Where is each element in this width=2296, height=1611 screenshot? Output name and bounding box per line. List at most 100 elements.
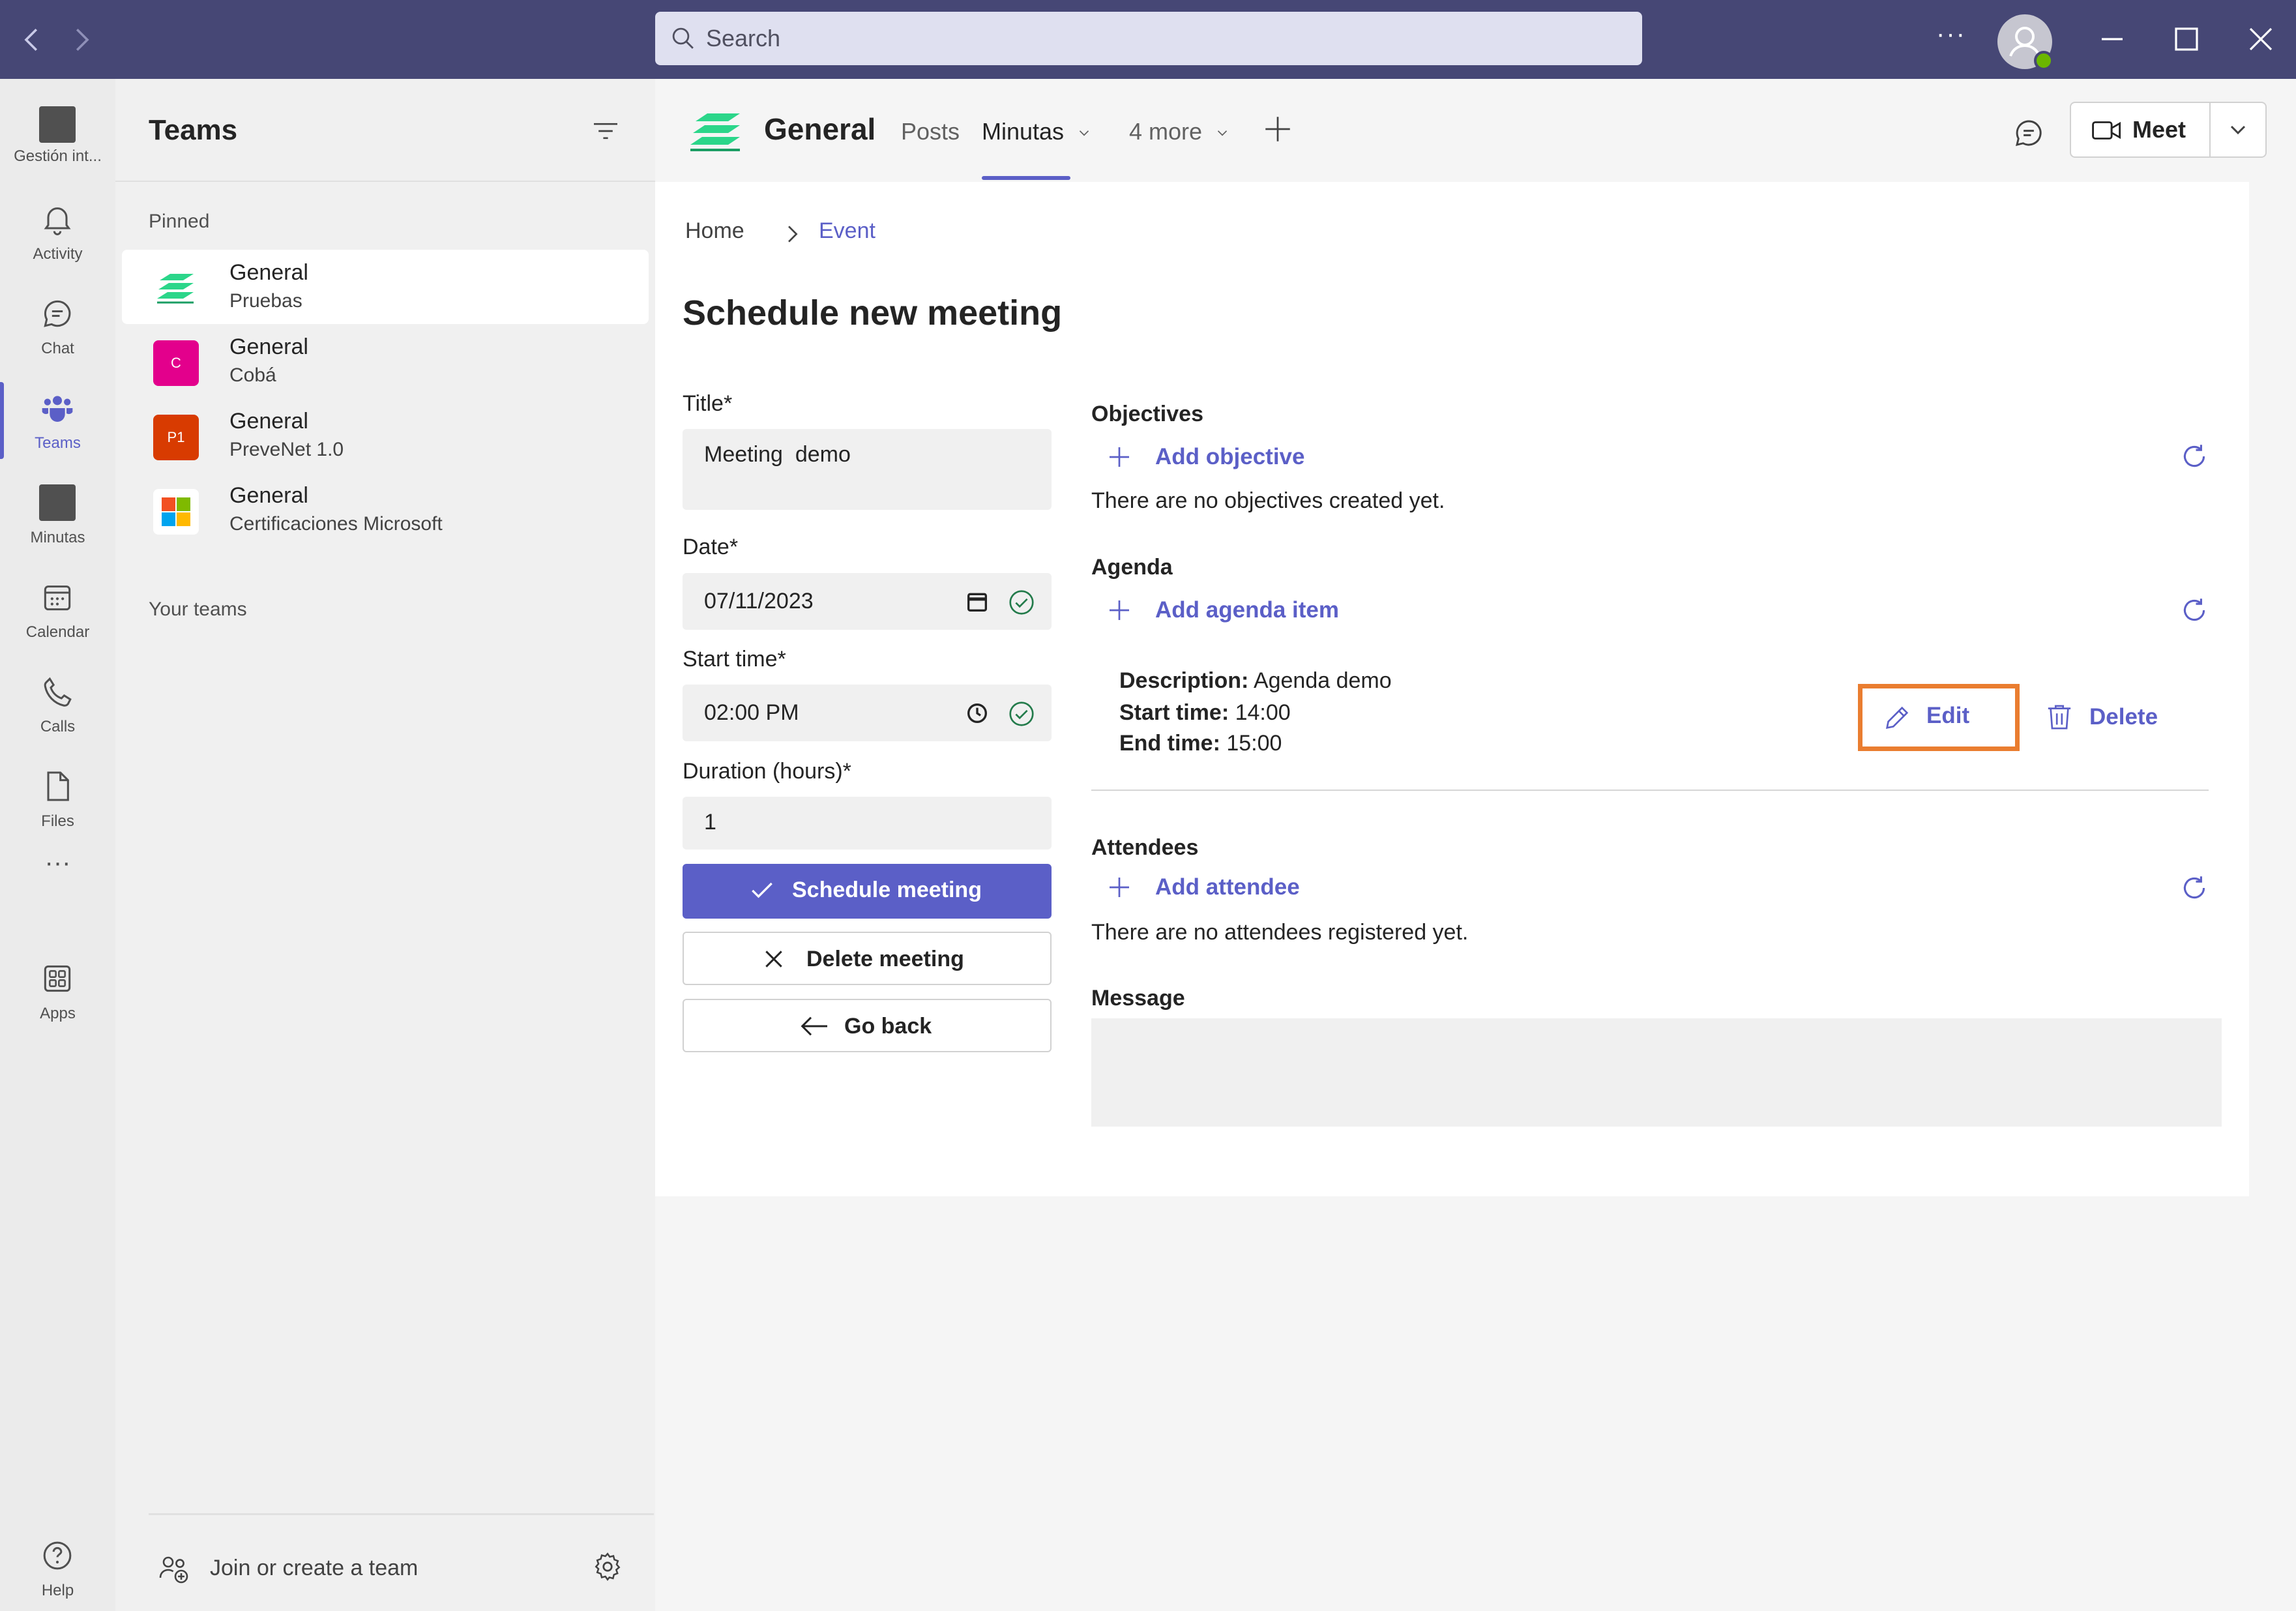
filter-icon[interactable] bbox=[591, 119, 620, 143]
meet-button[interactable]: Meet bbox=[2070, 102, 2267, 158]
bell-icon bbox=[44, 207, 71, 235]
channel-name: General bbox=[229, 483, 308, 508]
description-label: Description: bbox=[1119, 668, 1249, 693]
add-objective-button[interactable]: Add objective bbox=[1106, 437, 1354, 477]
tab-posts[interactable]: Posts bbox=[901, 118, 960, 145]
title-label: Title* bbox=[683, 391, 733, 416]
apps-icon bbox=[44, 965, 71, 992]
rail-item-help[interactable]: Help bbox=[0, 1523, 115, 1611]
date-label: Date* bbox=[683, 535, 739, 559]
add-agenda-item-button[interactable]: Add agenda item bbox=[1106, 591, 1380, 630]
help-icon bbox=[43, 1541, 72, 1570]
maximize-icon[interactable] bbox=[2166, 18, 2207, 60]
channel-header: General Posts Minutas 4 more Meet bbox=[655, 79, 2296, 182]
rail-item-label: Activity bbox=[33, 245, 83, 263]
trash-icon bbox=[2048, 705, 2071, 730]
divider bbox=[149, 1513, 654, 1515]
chevron-down-icon[interactable] bbox=[2211, 103, 2265, 156]
rail-item-chat[interactable]: Chat bbox=[0, 281, 115, 372]
rail-item-calls[interactable]: Calls bbox=[0, 659, 115, 750]
message-textarea[interactable] bbox=[1091, 1018, 2222, 1127]
join-create-team-button[interactable]: Join or create a team bbox=[158, 1549, 549, 1588]
start-time-label: Start time* bbox=[683, 647, 786, 672]
message-title: Message bbox=[1091, 986, 1185, 1011]
team-item-coba[interactable]: C General Cobá bbox=[122, 324, 649, 398]
go-back-button[interactable]: Go back bbox=[683, 999, 1052, 1052]
avatar[interactable] bbox=[1997, 14, 2053, 70]
objectives-title: Objectives bbox=[1091, 402, 1203, 426]
chat-icon bbox=[44, 300, 71, 327]
rail-item-gestion[interactable]: Gestión int... bbox=[0, 92, 115, 183]
rail-more-button[interactable]: ··· bbox=[0, 848, 115, 900]
refresh-icon[interactable] bbox=[2178, 594, 2211, 627]
calendar-icon[interactable] bbox=[964, 589, 990, 615]
video-camera-icon bbox=[2092, 121, 2121, 140]
teams-pane-title: Teams bbox=[149, 114, 238, 146]
forward-arrow-icon[interactable] bbox=[64, 22, 99, 57]
duration-field[interactable]: 1 bbox=[683, 797, 1052, 850]
calendar-icon bbox=[44, 585, 71, 611]
plus-icon bbox=[1110, 600, 1129, 620]
minimize-icon[interactable] bbox=[2091, 18, 2133, 60]
agenda-description: Description: Agenda demo bbox=[1119, 668, 1392, 694]
attendees-title: Attendees bbox=[1091, 835, 1199, 860]
check-circle-icon bbox=[1009, 702, 1034, 726]
meet-now-button[interactable]: Meet bbox=[2071, 103, 2211, 156]
breadcrumb-home[interactable]: Home bbox=[685, 218, 744, 244]
rail-item-activity[interactable]: Activity bbox=[0, 186, 115, 278]
team-name: Certificaciones Microsoft bbox=[229, 513, 443, 535]
agenda-start-time: Start time: 14:00 bbox=[1119, 700, 1291, 726]
rail-item-label: Teams bbox=[35, 434, 81, 452]
delete-label: Delete bbox=[2089, 704, 2158, 730]
chevron-down-icon bbox=[1217, 130, 1228, 136]
presence-available-icon bbox=[2034, 51, 2053, 70]
tab-more[interactable]: 4 more bbox=[1129, 118, 1231, 145]
conversation-icon[interactable] bbox=[2011, 115, 2046, 151]
more-options-icon[interactable]: ··· bbox=[1936, 20, 1966, 49]
close-icon[interactable] bbox=[2240, 18, 2282, 60]
refresh-icon[interactable] bbox=[2178, 440, 2211, 473]
team-name: Cobá bbox=[229, 364, 276, 386]
team-item-certificaciones[interactable]: General Certificaciones Microsoft bbox=[122, 473, 649, 547]
delete-agenda-item-button[interactable]: Delete bbox=[2040, 687, 2171, 746]
duration-label: Duration (hours)* bbox=[683, 759, 851, 784]
back-arrow-icon[interactable] bbox=[14, 22, 50, 57]
rail-item-minutas[interactable]: Minutas bbox=[0, 470, 115, 561]
rail-item-label: Minutas bbox=[30, 529, 85, 546]
title-field[interactable]: Meeting demo bbox=[683, 429, 1052, 510]
teams-app-window: Search ··· Gestión int... Activity Chat … bbox=[0, 0, 2296, 1611]
rail-item-teams[interactable]: Teams bbox=[0, 376, 115, 467]
channel-name: General bbox=[229, 334, 308, 359]
end-time-value: 15:00 bbox=[1226, 731, 1282, 756]
gear-icon[interactable] bbox=[591, 1550, 624, 1583]
schedule-meeting-button[interactable]: Schedule meeting bbox=[683, 864, 1052, 919]
add-tab-icon[interactable] bbox=[1261, 113, 1294, 145]
rail-item-label: Apps bbox=[40, 1005, 76, 1022]
app-tile-icon bbox=[39, 106, 76, 143]
attendees-empty-text: There are no attendees registered yet. bbox=[1091, 920, 1469, 945]
microsoft-logo-icon bbox=[153, 489, 199, 535]
channel-name: General bbox=[229, 260, 308, 285]
refresh-icon[interactable] bbox=[2178, 872, 2211, 904]
plus-icon bbox=[1110, 447, 1129, 467]
clock-icon[interactable] bbox=[964, 700, 990, 726]
team-item-prevenet[interactable]: P1 General PreveNet 1.0 bbox=[122, 398, 649, 473]
edit-agenda-item-button[interactable]: Edit bbox=[1858, 684, 2020, 751]
team-item-pruebas[interactable]: General Pruebas bbox=[122, 250, 649, 324]
date-field[interactable]: 07/11/2023 bbox=[683, 573, 1052, 630]
rail-item-files[interactable]: Files bbox=[0, 754, 115, 845]
start-time-field[interactable]: 02:00 PM bbox=[683, 685, 1052, 741]
rail-item-label: Chat bbox=[41, 340, 74, 357]
add-attendee-button[interactable]: Add attendee bbox=[1106, 868, 1354, 907]
agenda-title: Agenda bbox=[1091, 555, 1173, 580]
channel-title: General bbox=[764, 112, 876, 146]
search-input[interactable]: Search bbox=[655, 12, 1642, 65]
tab-minutas[interactable]: Minutas bbox=[982, 118, 1093, 145]
rail-item-apps[interactable]: Apps bbox=[0, 946, 115, 1037]
title-bar: Search ··· bbox=[0, 0, 2296, 79]
rail-item-label: Help bbox=[41, 1582, 74, 1599]
team-name: PreveNet 1.0 bbox=[229, 439, 344, 460]
delete-meeting-button[interactable]: Delete meeting bbox=[683, 932, 1052, 985]
plus-icon bbox=[1110, 878, 1129, 897]
rail-item-calendar[interactable]: Calendar bbox=[0, 565, 115, 656]
